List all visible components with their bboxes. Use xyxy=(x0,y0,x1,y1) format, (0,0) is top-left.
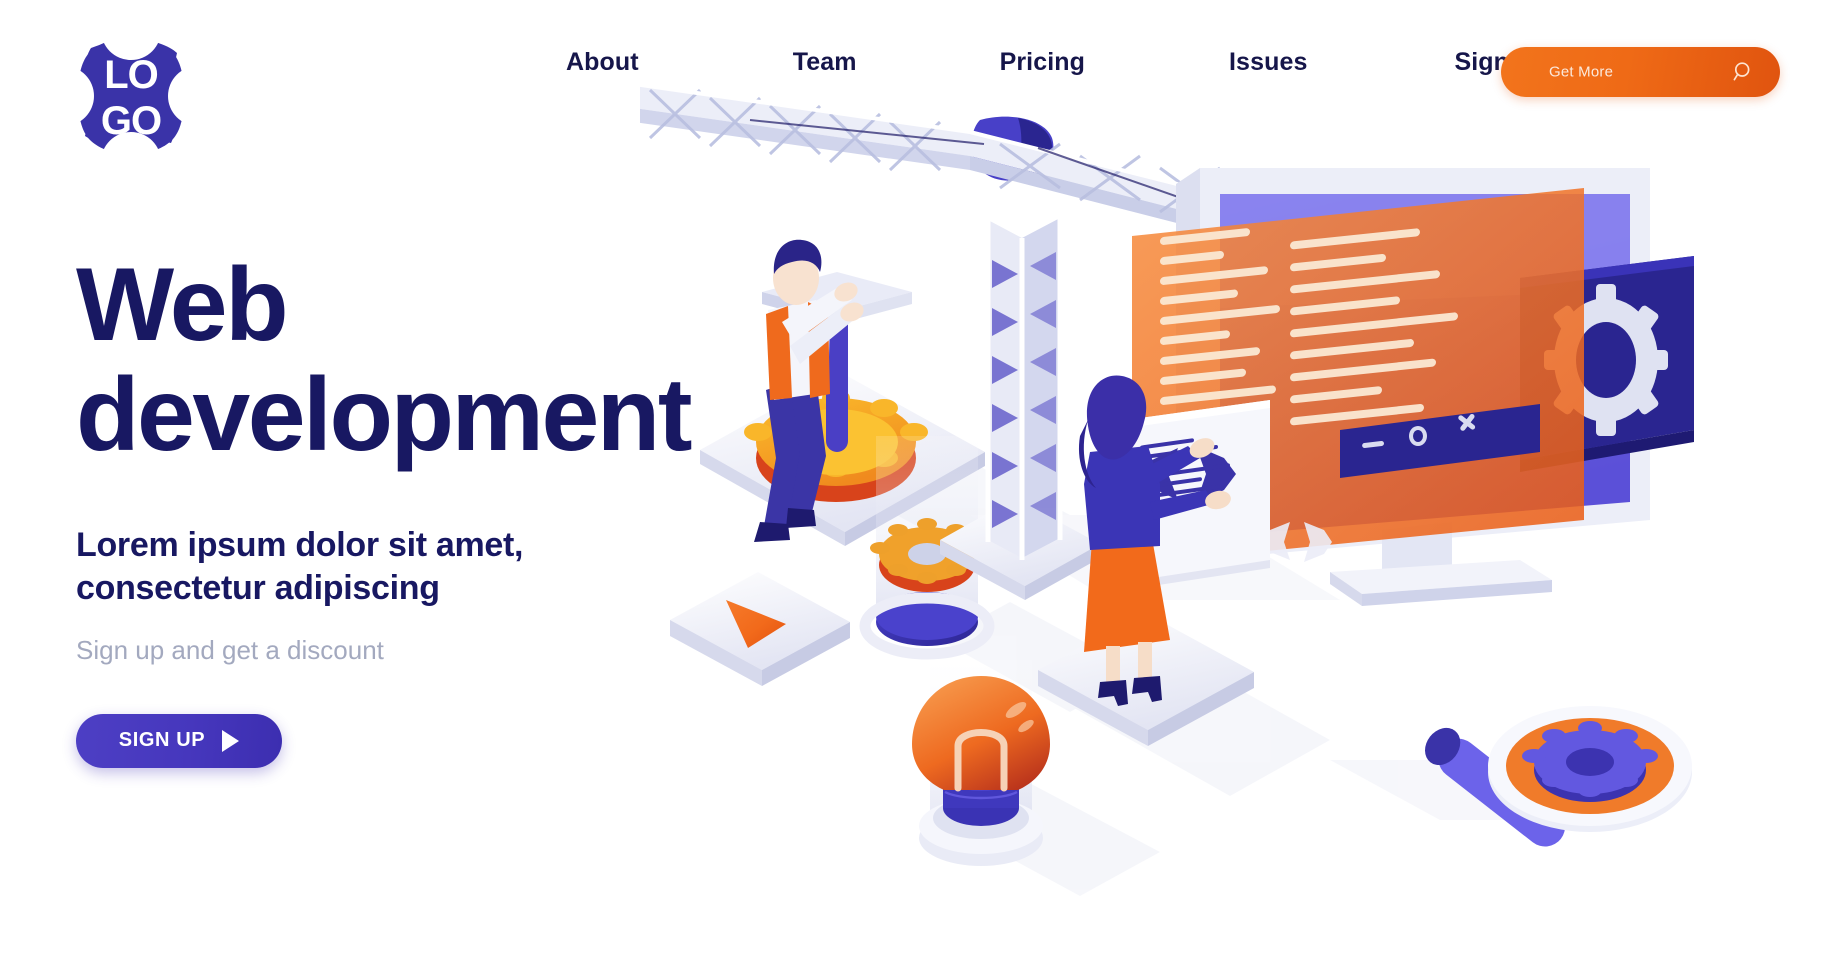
page-title-line-1: Web xyxy=(76,247,289,363)
hero-subtitle-line-2: consectetur adipiscing xyxy=(76,568,440,607)
isometric-illustration xyxy=(640,60,1836,920)
landing-page: LO GO About Team Pricing Issues Sign In … xyxy=(0,0,1836,980)
sign-up-button[interactable]: SIGN UP xyxy=(76,713,282,768)
play-tile xyxy=(670,572,850,686)
logo-icon: LO GO xyxy=(34,0,228,192)
nav-item-about[interactable]: About xyxy=(566,48,639,77)
sign-up-label: SIGN UP xyxy=(118,729,206,752)
svg-text:LO: LO xyxy=(104,53,158,97)
play-triangle-icon xyxy=(222,729,240,752)
lightbulb-cylinder xyxy=(912,660,1050,866)
hero-subtitle-line-1: Lorem ipsum dolor sit amet, xyxy=(76,526,524,565)
svg-text:GO: GO xyxy=(101,99,161,143)
brand-logo[interactable]: LO GO xyxy=(34,0,228,192)
magnifier-gear xyxy=(1425,706,1692,847)
